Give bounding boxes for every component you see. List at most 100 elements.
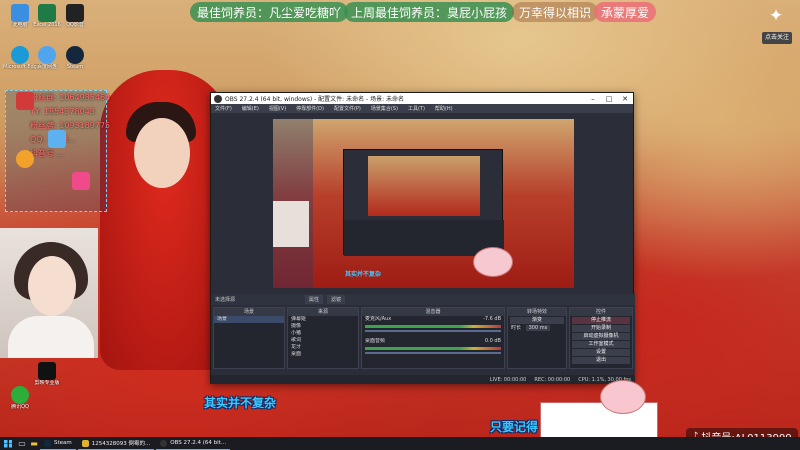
- taskbar-task-steam[interactable]: Steam: [40, 437, 76, 450]
- mixer-channel: 桌面音频 0.0 dB: [362, 338, 504, 345]
- menu-edit[interactable]: 编辑(E): [242, 105, 259, 112]
- windows-logo-icon: [4, 439, 12, 448]
- preview-caption: 其实并不复杂: [345, 271, 382, 278]
- obs-preview-canvas[interactable]: 其实并不复杂: [273, 119, 574, 288]
- cloud-icon: [38, 46, 56, 64]
- exit-button[interactable]: 退出: [572, 357, 630, 364]
- settings-button[interactable]: 设置: [572, 349, 630, 356]
- filters-button[interactable]: 滤镜: [327, 295, 346, 304]
- explorer-icon[interactable]: ▬: [28, 437, 40, 450]
- mixer-volume-slider[interactable]: [365, 352, 501, 354]
- sources-dock-title: 来源: [288, 308, 358, 316]
- mixer-channel-name: 桌面音频: [365, 338, 386, 344]
- desktop-icon-capcut[interactable]: 剪映专业版: [30, 362, 64, 386]
- desktop-icon-steam[interactable]: Steam: [58, 46, 92, 70]
- subtitle-caption: 其实并不复杂: [204, 396, 277, 410]
- controls-dock-title: 控件: [570, 308, 632, 316]
- wechat-icon: [11, 386, 29, 404]
- start-recording-button[interactable]: 开始录制: [572, 325, 630, 332]
- desktop-icon-kuaijianji[interactable]: [64, 172, 98, 190]
- menu-profile[interactable]: 配置文件(P): [334, 105, 361, 112]
- menu-file[interactable]: 文件(F): [215, 105, 232, 112]
- browser-icon: [81, 439, 89, 447]
- live-timer: LIVE: 00:00:00: [489, 376, 527, 383]
- source-toolbar: 未选择源 属性 滤镜: [211, 294, 635, 305]
- desktop-icon-recycle-bin[interactable]: [40, 130, 74, 148]
- motto-banner-1: 万幸得以相识: [512, 2, 599, 22]
- menu-docks[interactable]: 停靠部件(D): [296, 105, 324, 112]
- scenes-dock: 场景 场景: [213, 307, 285, 369]
- taskbar-task-obs[interactable]: OBS 27.2.4 (64 bit...: [156, 437, 231, 450]
- webcam-feed: [0, 228, 98, 358]
- mixer-channel-name: 麦克风/Aux: [365, 316, 392, 322]
- excel-icon: [38, 4, 56, 22]
- mixer-channel: 麦克风/Aux -7.6 dB: [362, 316, 504, 323]
- preview-nested-obs: [343, 149, 504, 256]
- desktop-icon-kk-recorder[interactable]: [8, 150, 42, 168]
- steam-icon: [66, 46, 84, 64]
- desktop-icon-wechat[interactable]: 腾讯QQ: [3, 386, 37, 410]
- transition-select[interactable]: 渐变: [510, 317, 564, 324]
- menu-help[interactable]: 帮助(H): [435, 105, 453, 112]
- mixer-channel-db: 0.0 dB: [484, 338, 501, 344]
- scene-item[interactable]: 场景: [214, 316, 284, 323]
- close-icon[interactable]: ✕: [617, 95, 633, 103]
- start-button[interactable]: [0, 437, 16, 450]
- streamer-logo-icon: ✦: [768, 6, 784, 26]
- obs-menubar: 文件(F) 编辑(E) 视图(V) 停靠部件(D) 配置文件(P) 场景集合(S…: [211, 104, 633, 113]
- desktop-icon-wps[interactable]: [8, 92, 42, 110]
- desktop-icon-qq-player[interactable]: QQ影音: [58, 4, 92, 28]
- menu-view[interactable]: 视图(V): [269, 105, 286, 112]
- mixer-volume-meter: [365, 325, 501, 328]
- taskview-icon[interactable]: ▭: [16, 437, 28, 450]
- video-edit-icon: [72, 172, 90, 190]
- transitions-dock-title: 转场特效: [508, 308, 566, 316]
- preview-nested-canvas: [368, 156, 480, 216]
- taskbar-task-browser[interactable]: 1254328093 倒霉的...: [77, 437, 155, 450]
- wps-icon: [16, 92, 34, 110]
- video-player-icon: [66, 4, 84, 22]
- minimize-icon[interactable]: –: [585, 95, 601, 103]
- taskbar: ▭ ▬ Steam 1254328093 倒霉的... OBS 27.2.4 (…: [0, 437, 800, 450]
- steam-icon: [44, 439, 51, 447]
- start-virtual-camera-button[interactable]: 启动虚拟摄像机: [572, 333, 630, 340]
- recorder-icon: [16, 150, 34, 168]
- transitions-dock: 转场特效 渐变 时长 300 ms: [507, 307, 567, 369]
- mixer-dock-title: 混音器: [362, 308, 504, 316]
- obs-window: OBS 27.2.4 (64 bit, windows) - 配置文件: 未命名…: [210, 92, 635, 384]
- studio-mode-button[interactable]: 工作室模式: [572, 341, 630, 348]
- obs-titlebar[interactable]: OBS 27.2.4 (64 bit, windows) - 配置文件: 未命名…: [211, 93, 633, 104]
- menu-tools[interactable]: 工具(T): [408, 105, 425, 112]
- stop-streaming-button[interactable]: 停止推流: [572, 317, 630, 324]
- mixer-volume-slider[interactable]: [365, 330, 501, 332]
- computer-icon: [11, 4, 29, 22]
- maximize-icon[interactable]: □: [601, 95, 617, 103]
- source-item[interactable]: 弹幕姬: [288, 316, 358, 323]
- follow-badge[interactable]: 点击关注: [762, 32, 792, 44]
- best-fan-banner: 最佳饲养员：凡尘爱吃糖吖: [190, 2, 349, 22]
- transition-duration: 时长 300 ms: [508, 325, 566, 332]
- source-item[interactable]: 桌面: [288, 351, 358, 358]
- duration-input[interactable]: 300 ms: [525, 325, 551, 331]
- pig-mascot-overlay: [540, 380, 658, 442]
- source-item[interactable]: 龙牙: [288, 344, 358, 351]
- wallpaper-figure-face: [134, 118, 190, 188]
- preview-pig-mascot: [473, 247, 513, 277]
- motto-banner-2: 承蒙厚爱: [594, 2, 657, 22]
- mixer-channel-db: -7.6 dB: [483, 316, 501, 322]
- menu-scene-collection[interactable]: 场景集合(S): [371, 105, 398, 112]
- webcam-body: [8, 316, 94, 358]
- capcut-icon: [38, 362, 56, 380]
- taskbar-task-label: OBS 27.2.4 (64 bit...: [170, 440, 227, 446]
- source-item[interactable]: 小猪: [288, 330, 358, 337]
- source-item[interactable]: 歌词: [288, 337, 358, 344]
- properties-button[interactable]: 属性: [305, 295, 324, 304]
- duration-label: 时长: [511, 325, 522, 331]
- obs-logo-icon: [160, 439, 168, 447]
- obs-logo-icon: [214, 94, 222, 103]
- last-week-best-fan-banner: 上周最佳饲养员：臭屁小屁孩: [344, 2, 515, 22]
- webcam-face: [28, 256, 76, 316]
- source-item[interactable]: 摄像: [288, 323, 358, 330]
- preview-webcam: [273, 201, 309, 247]
- obs-window-title: OBS 27.2.4 (64 bit, windows) - 配置文件: 未命名…: [225, 96, 405, 103]
